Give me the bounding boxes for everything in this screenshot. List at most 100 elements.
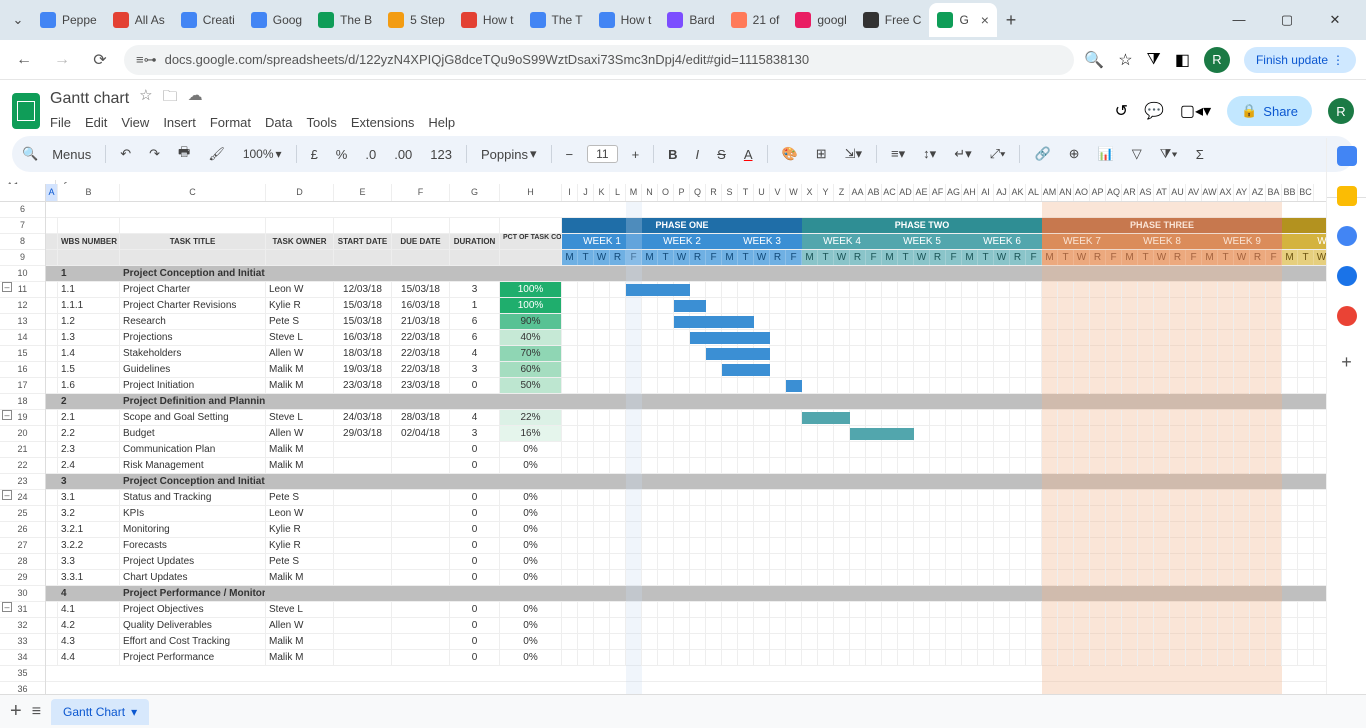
decrease-decimal-button[interactable]: .0 (361, 145, 380, 164)
menu-format[interactable]: Format (210, 115, 251, 130)
column-header[interactable]: AW (1202, 184, 1218, 201)
task-row[interactable]: 4.2Quality DeliverablesAllen W00% (46, 618, 1326, 634)
row-header[interactable]: 29 (0, 570, 45, 586)
row-header[interactable]: 27 (0, 538, 45, 554)
row-header[interactable]: 7 (0, 218, 45, 234)
browser-tab[interactable]: Creati (173, 3, 243, 37)
column-header[interactable]: U (754, 184, 770, 201)
column-header[interactable]: AH (962, 184, 978, 201)
task-row[interactable]: 1.4StakeholdersAllen W18/03/1822/03/1847… (46, 346, 1326, 362)
column-header[interactable]: AF (930, 184, 946, 201)
calendar-addon-icon[interactable] (1337, 146, 1357, 166)
row-group-toggle[interactable]: – (2, 410, 12, 420)
column-header[interactable]: AI (978, 184, 994, 201)
row-header[interactable]: 22 (0, 458, 45, 474)
all-sheets-button[interactable]: ≡ (32, 703, 41, 721)
sidepanel-icon[interactable]: ◧ (1175, 50, 1190, 70)
tab-list-dropdown[interactable]: ⌄ (4, 6, 32, 34)
task-row[interactable]: 3.1Status and TrackingPete S00% (46, 490, 1326, 506)
column-header[interactable]: R (706, 184, 722, 201)
gantt-bar[interactable] (674, 316, 754, 328)
column-header[interactable]: BB (1282, 184, 1298, 201)
gantt-bar[interactable] (706, 348, 770, 360)
row-group-toggle[interactable]: – (2, 490, 12, 500)
increase-decimal-button[interactable]: .00 (390, 145, 416, 164)
row-header[interactable]: 14 (0, 330, 45, 346)
update-button[interactable]: Finish update⋮ (1244, 47, 1356, 73)
browser-tab[interactable]: G× (929, 3, 997, 37)
menu-data[interactable]: Data (265, 115, 292, 130)
browser-tab[interactable]: How t (591, 3, 660, 37)
row-header[interactable]: 23 (0, 474, 45, 490)
column-header[interactable]: AK (1010, 184, 1026, 201)
text-color-button[interactable]: A (740, 145, 757, 164)
column-header[interactable]: AY (1234, 184, 1250, 201)
task-row[interactable]: 1.1Project CharterLeon W12/03/1815/03/18… (46, 282, 1326, 298)
row-header[interactable]: 25 (0, 506, 45, 522)
cloud-status-icon[interactable]: ☁ (188, 86, 203, 111)
chart-button[interactable]: 📊 (1094, 144, 1118, 164)
browser-tab[interactable]: Bard (659, 3, 722, 37)
column-header[interactable]: F (392, 184, 450, 201)
redo-button[interactable]: ↷ (145, 144, 164, 164)
bookmark-icon[interactable]: ☆ (1118, 50, 1132, 70)
row-header[interactable]: 9 (0, 250, 45, 266)
column-header[interactable]: AZ (1250, 184, 1266, 201)
window-minimize[interactable]: — (1224, 12, 1254, 28)
column-header[interactable]: T (738, 184, 754, 201)
extensions-icon[interactable]: ⧩ (1147, 51, 1161, 69)
column-header[interactable]: G (450, 184, 500, 201)
column-header[interactable]: AD (898, 184, 914, 201)
column-header[interactable]: AC (882, 184, 898, 201)
row-header[interactable]: 8 (0, 234, 45, 250)
column-header[interactable]: S (722, 184, 738, 201)
strike-button[interactable]: S (713, 145, 730, 164)
wrap-button[interactable]: ↵▾ (950, 144, 975, 164)
keep-addon-icon[interactable] (1337, 186, 1357, 206)
task-row[interactable]: 3.2.2ForecastsKylie R00% (46, 538, 1326, 554)
add-sheet-button[interactable]: + (10, 700, 22, 723)
gantt-bar[interactable] (674, 300, 706, 312)
row-header[interactable]: 32 (0, 618, 45, 634)
font-size-increase[interactable]: + (628, 145, 644, 164)
menu-view[interactable]: View (121, 115, 149, 130)
star-icon[interactable]: ☆ (139, 86, 152, 111)
row-group-toggle[interactable]: – (2, 282, 12, 292)
currency-button[interactable]: £ (307, 145, 322, 164)
column-header[interactable]: J (578, 184, 594, 201)
row-header[interactable]: 35 (0, 666, 45, 682)
column-header[interactable]: O (658, 184, 674, 201)
row-header[interactable]: 13 (0, 314, 45, 330)
share-button[interactable]: 🔒Share (1227, 96, 1312, 126)
menu-extensions[interactable]: Extensions (351, 115, 415, 130)
row-header[interactable]: 10 (0, 266, 45, 282)
column-header[interactable]: AU (1170, 184, 1186, 201)
column-header[interactable]: AB (866, 184, 882, 201)
column-header[interactable]: E (334, 184, 392, 201)
column-header[interactable]: AG (946, 184, 962, 201)
more-formats-button[interactable]: 123 (426, 145, 456, 164)
task-row[interactable]: 3.2.1MonitoringKylie R00% (46, 522, 1326, 538)
borders-button[interactable]: ⊞ (812, 144, 831, 164)
row-header[interactable]: 15 (0, 346, 45, 362)
gantt-bar[interactable] (722, 364, 770, 376)
row-header[interactable]: 30 (0, 586, 45, 602)
tab-close-icon[interactable]: × (981, 12, 989, 28)
task-row[interactable]: 4.1Project ObjectivesSteve L00% (46, 602, 1326, 618)
link-button[interactable]: 🔗 (1030, 144, 1054, 164)
column-header[interactable]: AL (1026, 184, 1042, 201)
zoom-select[interactable]: 100% ▾ (239, 145, 286, 163)
tasks-addon-icon[interactable] (1337, 226, 1357, 246)
gantt-bar[interactable] (786, 380, 802, 392)
column-header[interactable]: D (266, 184, 334, 201)
task-row[interactable]: 1.6Project InitiationMalik M23/03/1823/0… (46, 378, 1326, 394)
column-header[interactable]: AR (1122, 184, 1138, 201)
history-icon[interactable]: ↺ (1115, 101, 1128, 121)
row-header[interactable]: 33 (0, 634, 45, 650)
task-row[interactable]: 3.3.1Chart UpdatesMalik M00% (46, 570, 1326, 586)
menu-edit[interactable]: Edit (85, 115, 107, 130)
italic-button[interactable]: I (692, 145, 704, 164)
font-size-decrease[interactable]: − (562, 145, 578, 164)
new-tab-button[interactable]: + (997, 10, 1025, 31)
gantt-bar[interactable] (850, 428, 914, 440)
